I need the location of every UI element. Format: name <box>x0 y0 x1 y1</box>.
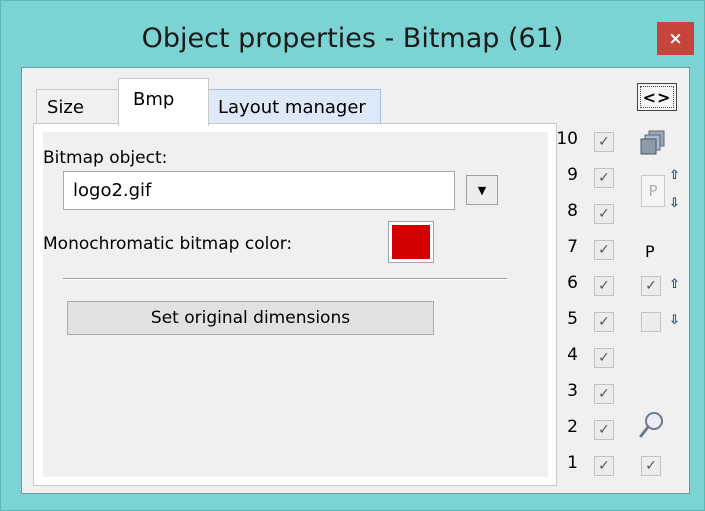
layer-number-1: 1 <box>567 453 578 473</box>
layer-number-7: 7 <box>567 237 578 257</box>
dialog-window: Object properties - Bitmap (61) × Size L… <box>0 0 705 511</box>
bitmap-dropdown-button[interactable]: ▼ <box>466 175 498 205</box>
layer-number-6: 6 <box>567 273 578 293</box>
arrow-up-icon[interactable]: ⇧ <box>669 168 680 183</box>
mono-color-picker[interactable] <box>388 221 434 263</box>
divider <box>63 278 507 280</box>
layer-checkbox-8[interactable]: ✓ <box>594 204 614 224</box>
close-button[interactable]: × <box>657 22 694 55</box>
check-mark-icon: ✓ <box>598 422 610 438</box>
check-mark-icon: ✓ <box>598 278 610 294</box>
p-checkbox-up[interactable]: ✓ <box>641 276 661 296</box>
code-toggle-button[interactable]: <> <box>637 83 677 111</box>
arrow-down-icon[interactable]: ⇩ <box>669 196 680 211</box>
set-original-dimensions-button[interactable]: Set original dimensions <box>67 301 434 335</box>
layer-number-2: 2 <box>567 417 578 437</box>
zoom-checkbox[interactable]: ✓ <box>641 456 661 476</box>
layer-number-5: 5 <box>567 309 578 329</box>
arrow-up-icon[interactable]: ⇧ <box>669 277 680 292</box>
dialog-client-area: Size Layout manager Bmp Bitmap object: ▼… <box>21 67 690 494</box>
check-mark-icon: ✓ <box>598 170 610 186</box>
check-mark-icon: ✓ <box>598 134 610 150</box>
layer-checkbox-6[interactable]: ✓ <box>594 276 614 296</box>
mono-color-swatch <box>392 225 430 259</box>
check-mark-icon: ✓ <box>598 386 610 402</box>
layer-number-3: 3 <box>567 381 578 401</box>
p-checkbox-down[interactable] <box>641 312 661 332</box>
p-label: P <box>645 242 655 261</box>
move-layer-box[interactable]: P <box>641 175 665 207</box>
arrow-down-icon[interactable]: ⇩ <box>669 313 680 328</box>
mono-color-label: Monochromatic bitmap color: <box>43 234 293 254</box>
layer-checkbox-3[interactable]: ✓ <box>594 384 614 404</box>
bitmap-object-input[interactable] <box>63 171 455 210</box>
zoom-icon[interactable] <box>639 411 665 443</box>
layer-checkbox-9[interactable]: ✓ <box>594 168 614 188</box>
layers-icon[interactable] <box>640 130 666 160</box>
check-mark-icon: ✓ <box>598 242 610 258</box>
close-icon: × <box>668 28 683 49</box>
tab-size[interactable]: Size <box>36 89 120 125</box>
layer-number-9: 9 <box>567 165 578 185</box>
check-mark-icon: ✓ <box>598 314 610 330</box>
title-bar[interactable]: Object properties - Bitmap (61) × <box>1 1 704 77</box>
layer-checkbox-10[interactable]: ✓ <box>594 132 614 152</box>
check-mark-icon: ✓ <box>598 458 610 474</box>
layer-checkbox-5[interactable]: ✓ <box>594 312 614 332</box>
tab-bmp[interactable]: Bmp <box>118 78 209 126</box>
layer-number-10: 10 <box>556 129 578 149</box>
layer-checkbox-7[interactable]: ✓ <box>594 240 614 260</box>
bitmap-object-label: Bitmap object: <box>43 148 168 168</box>
layer-number-4: 4 <box>567 345 578 365</box>
tab-layout-manager[interactable]: Layout manager <box>207 89 381 125</box>
chevron-down-icon: ▼ <box>477 183 487 197</box>
window-title: Object properties - Bitmap (61) <box>141 23 564 54</box>
layer-checkbox-4[interactable]: ✓ <box>594 348 614 368</box>
layer-number-8: 8 <box>567 201 578 221</box>
check-mark-icon: ✓ <box>598 350 610 366</box>
check-mark-icon: ✓ <box>598 206 610 222</box>
layer-checkbox-2[interactable]: ✓ <box>594 420 614 440</box>
check-mark-icon: ✓ <box>645 278 657 294</box>
layer-checkbox-1[interactable]: ✓ <box>594 456 614 476</box>
check-mark-icon: ✓ <box>645 458 657 474</box>
